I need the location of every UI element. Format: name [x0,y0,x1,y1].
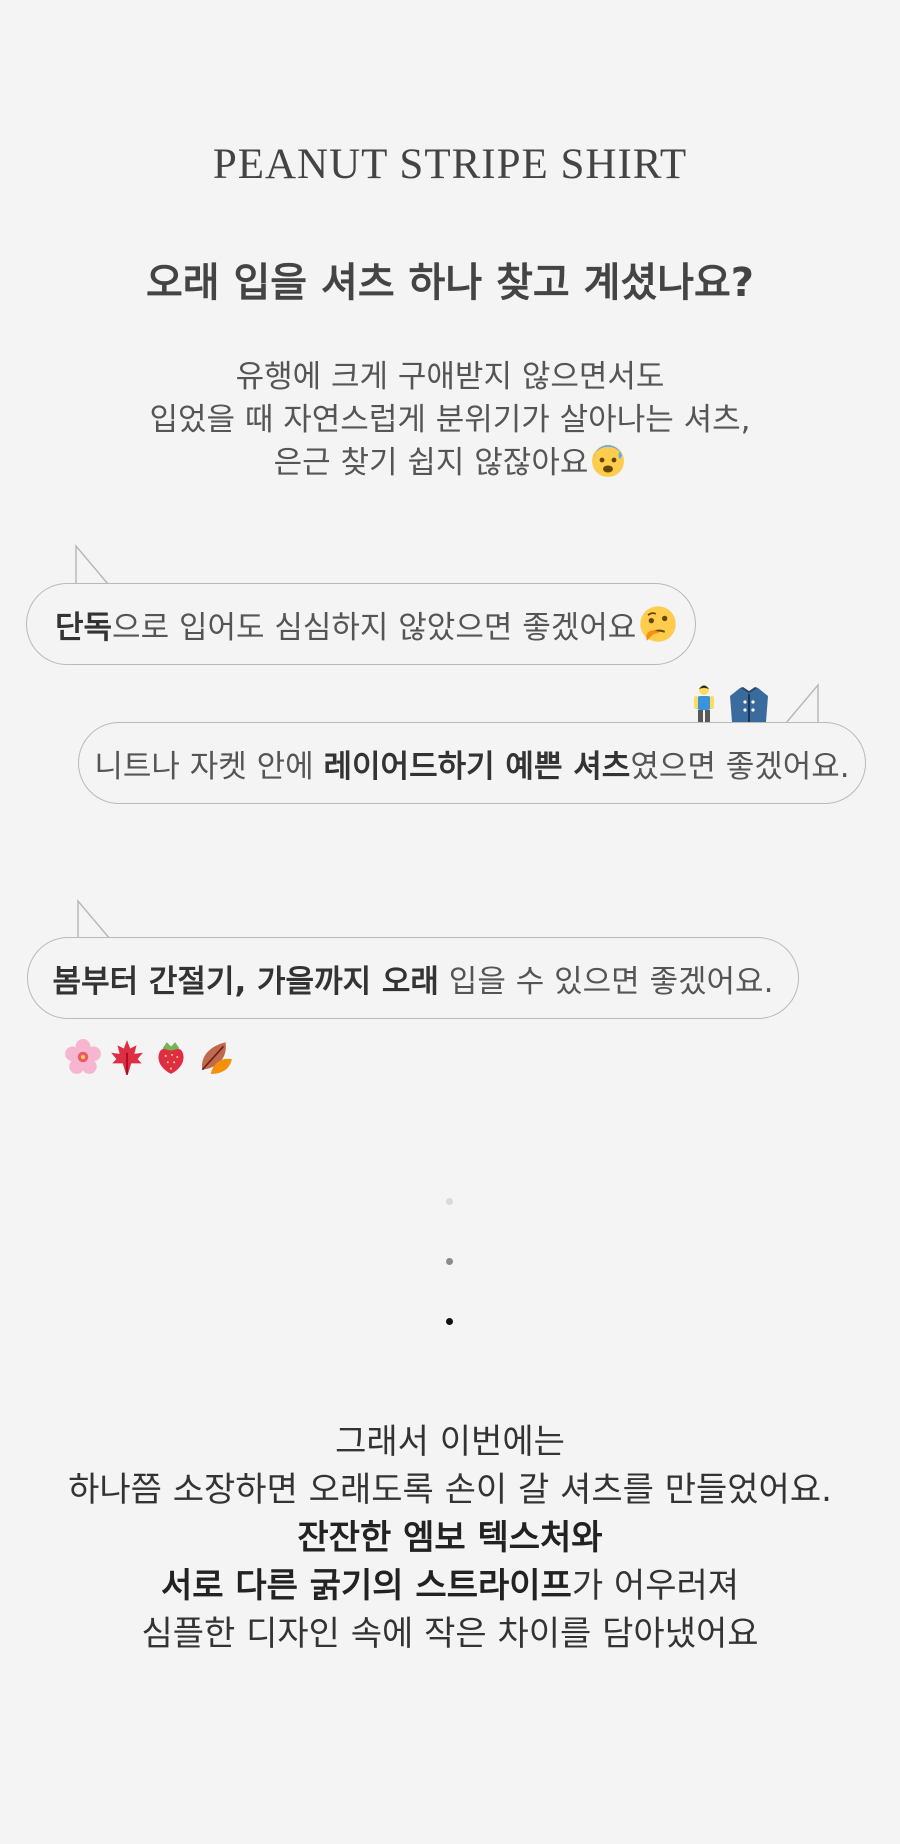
outro-line-4: 서로 다른 굵기의 스트라이프가 어우러져 [0,1562,900,1610]
intro-line-2: 입었을 때 자연스럽게 분위기가 살아나는 셔츠, [149,402,751,438]
separator-dot-2 [446,1258,453,1265]
outro-line-2: 하나쯤 소장하면 오래도록 손이 갈 셔츠를 만들었어요. [68,1470,832,1510]
bubble-3-bold: 봄부터 간절기, 가을까지 오래 [52,963,439,1000]
speech-bubble-1: 단독으로 입어도 심심하지 않았으면 좋겠어요 [26,583,696,665]
bubble-2-text: 니트나 자켓 안에 레이어드하기 예쁜 셔츠였으면 좋겠어요. [94,741,849,786]
page-title: PEANUT STRIPE SHIRT [212,141,688,188]
intro-line-1: 유행에 크게 구애받지 않으면서도 [235,359,665,395]
bubble-2-emojis [686,684,770,724]
bubble-1-rest: 으로 입어도 심심하지 않았으면 좋겠어요 [112,609,637,646]
outro-line-5: 심플한 디자인 속에 작은 차이를 담아냈어요 [141,1614,759,1654]
bubble-3-text: 봄부터 간절기, 가을까지 오래 입을 수 있으면 좋겠어요. [53,956,774,1001]
bubble-tail-1 [75,543,109,585]
bubble-tail-3 [77,898,111,940]
anxious-sweat-face-icon [592,445,625,477]
outro-line-4-rest: 가 어우러져 [571,1566,740,1606]
outro-text: 그래서 이번에는 하나쯤 소장하면 오래도록 손이 갈 셔츠를 만들었어요. 잔… [0,1418,900,1658]
strawberry-icon [158,1042,184,1074]
separator-dot-3 [446,1318,453,1325]
thinking-face-icon [640,606,677,642]
speech-bubble-3: 봄부터 간절기, 가을까지 오래 입을 수 있으면 좋겠어요. [27,937,799,1019]
bubble-1-text: 단독으로 입어도 심심하지 않았으면 좋겠어요 [55,602,636,647]
man-standing-icon [694,685,714,723]
headline: 오래 입을 셔츠 하나 찾고 계셨나요? [145,260,755,306]
bubble-3-rest: 입을 수 있으면 좋겠어요. [438,963,774,1000]
bubble-2-pre: 니트나 자켓 안에 [94,748,324,785]
outro-line-3-bold: 잔잔한 엠보 텍스처와 [297,1518,603,1558]
bubble-2-bold: 레이어드하기 예쁜 셔츠 [323,748,631,785]
speech-bubble-2: 니트나 자켓 안에 레이어드하기 예쁜 셔츠였으면 좋겠어요. [78,722,866,804]
maple-leaf-icon [111,1040,143,1075]
outro-line-1: 그래서 이번에는 [335,1422,565,1462]
cherry-blossom-icon [65,1039,101,1074]
bubble-2-rest: 였으면 좋겠어요. [630,748,850,785]
coat-jacket-icon [730,687,768,722]
bubble-1-bold: 단독 [55,609,113,646]
intro-text: 유행에 크게 구애받지 않으면서도 입었을 때 자연스럽게 분위기가 살아나는 … [0,356,900,485]
outro-line-4-bold: 서로 다른 굵기의 스트라이프 [160,1566,572,1606]
intro-line-3: 은근 찾기 쉽지 않잖아요 [0,442,900,485]
outro-line-3: 잔잔한 엠보 텍스처와 [0,1514,900,1562]
separator-dot-1 [446,1198,453,1205]
fallen-leaves-icon [201,1042,232,1074]
bubble-tail-2 [785,682,819,724]
intro-line-3-text: 은근 찾기 쉽지 않잖아요 [273,445,589,481]
season-emojis [64,1038,234,1076]
